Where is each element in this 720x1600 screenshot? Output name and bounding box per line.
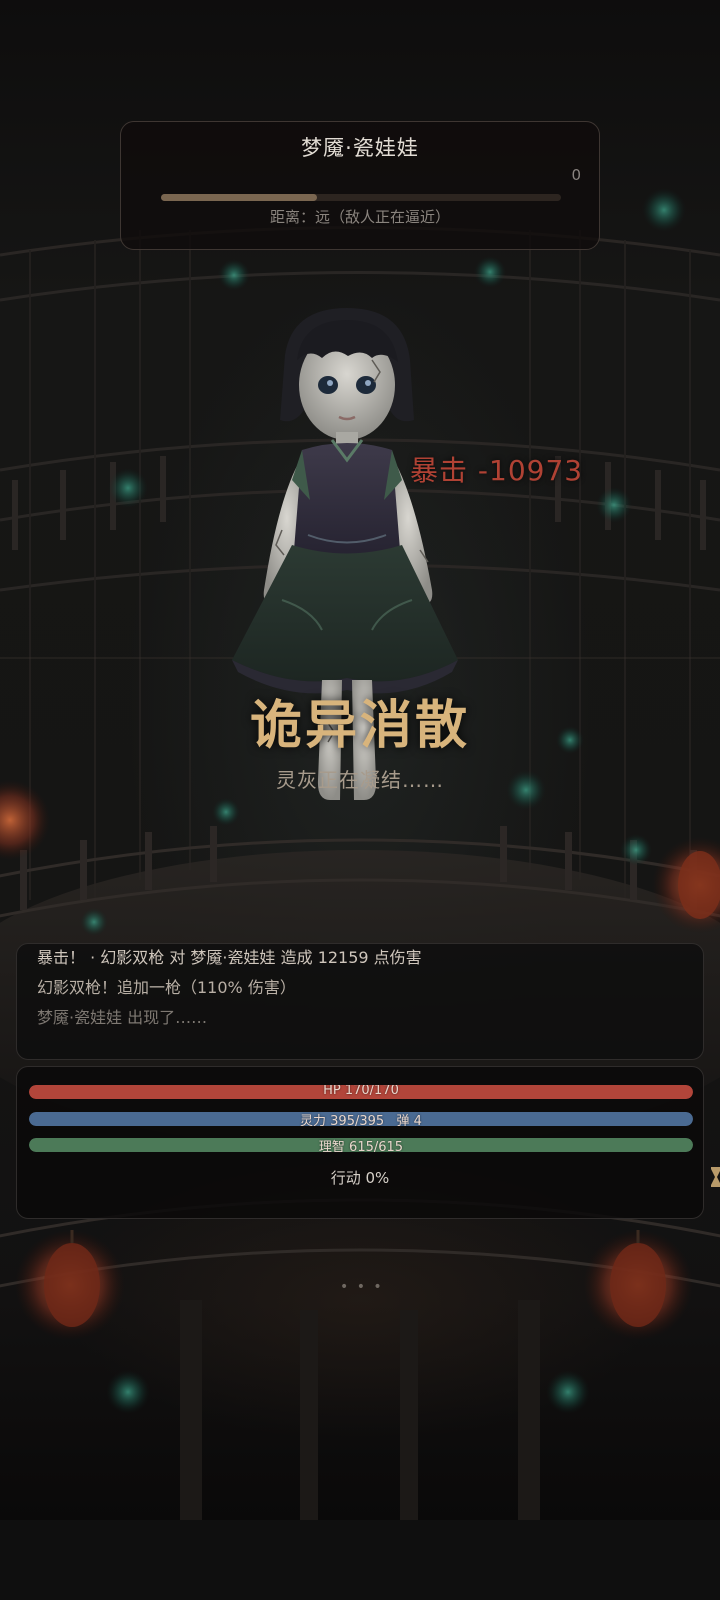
log-line: 梦魇·瓷娃娃 出现了…… — [37, 1008, 208, 1027]
enemy-approach-bar — [161, 194, 561, 201]
log-line: 暴击！ · 幻影双枪 对 梦魇·瓷娃娃 造成 12159 点伤害 — [37, 948, 422, 967]
enemy-distance-text: 距离：远（敌人正在逼近） — [269, 208, 450, 226]
enemy-status-panel: 梦魇·瓷娃娃 0 距离：远（敌人正在逼近） — [120, 121, 600, 250]
mana-bar: 灵力 395/395 弹 4 — [29, 1112, 693, 1126]
enemy-bar-value: 0 — [571, 166, 581, 184]
hp-bar: HP 170/170 — [29, 1085, 693, 1099]
combat-log[interactable]: 暴击！ · 幻影双枪 对 梦魇·瓷娃娃 造成 12159 点伤害 幻影双枪！追加… — [16, 943, 704, 1060]
enemy-name: 梦魇·瓷娃娃 — [301, 136, 419, 160]
critical-damage-popup: 暴击 -10973 — [410, 454, 584, 487]
mana-label: 灵力 395/395 弹 4 — [300, 1114, 422, 1126]
hp-label: HP 170/170 — [323, 1085, 399, 1098]
porcelain-doll-enemy[interactable] — [222, 300, 472, 840]
sanity-bar: 理智 615/615 — [29, 1138, 693, 1152]
enemy-defeated-title: 诡异消散 — [249, 696, 470, 756]
game-scene: 梦魇·瓷娃娃 0 距离：远（敌人正在逼近） 暴击 -10973 诡异消散 灵灰正… — [0, 0, 720, 1600]
more-options-dots[interactable]: • • • — [340, 1279, 384, 1295]
hourglass-icon[interactable] — [710, 1166, 720, 1188]
enemy-defeated-subtitle: 灵灰正在凝结…… — [276, 768, 444, 792]
action-progress-label: 行动 0% — [330, 1169, 390, 1187]
enemy-approach-bar-fill — [161, 194, 317, 201]
player-stats-panel: HP 170/170 灵力 395/395 弹 4 理智 615/615 行动 … — [16, 1066, 704, 1219]
sanity-label: 理智 615/615 — [318, 1140, 404, 1152]
log-line: 幻影双枪！追加一枪（110% 伤害） — [37, 978, 296, 997]
